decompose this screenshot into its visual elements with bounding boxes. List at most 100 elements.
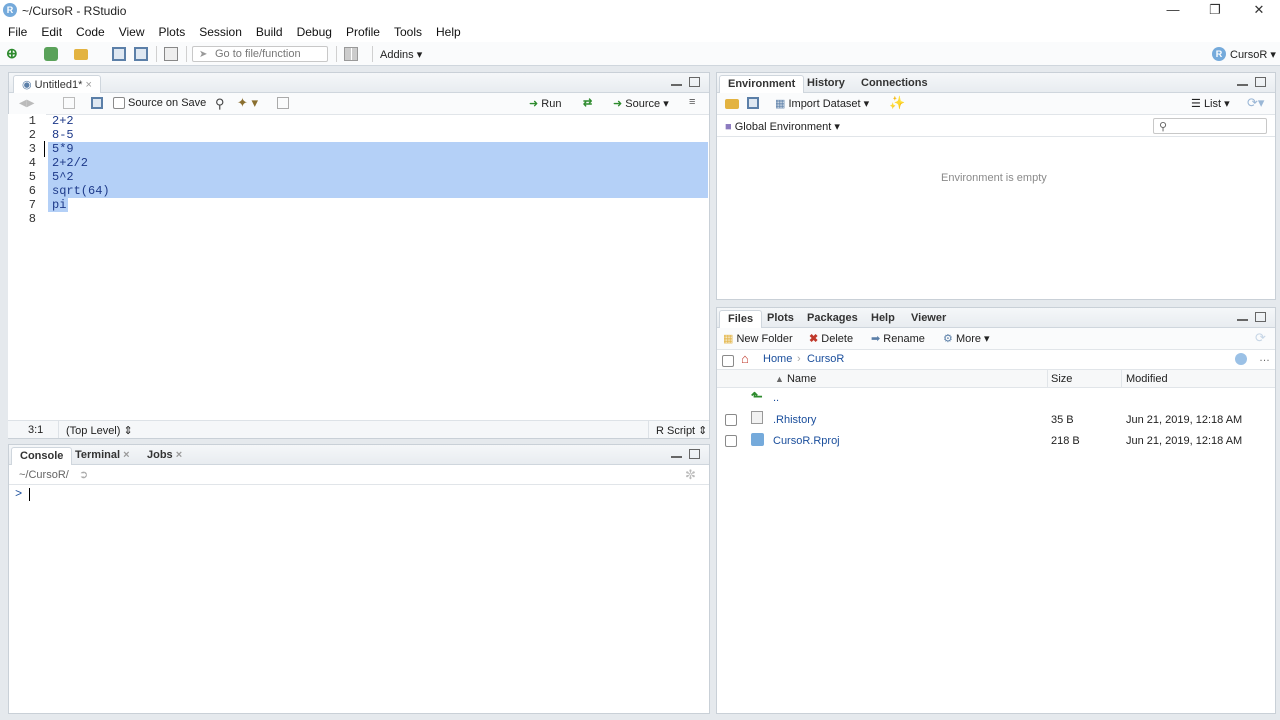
code-line[interactable]: 2+2 <box>52 114 74 128</box>
go-to-dir-icon[interactable]: ➲ <box>79 468 88 481</box>
tab-plots[interactable]: Plots <box>759 310 802 328</box>
source-button[interactable]: ➜ Source ▾ <box>613 97 669 110</box>
close-terminal-icon[interactable]: × <box>123 449 129 461</box>
code-line[interactable]: 5^2 <box>52 170 74 184</box>
close-window-button[interactable]: ✕ <box>1238 0 1280 22</box>
code-tools-wand-icon[interactable]: ✦ ▾ <box>237 95 258 111</box>
minimize-window-button[interactable]: — <box>1152 0 1194 22</box>
menu-session[interactable]: Session <box>199 22 242 42</box>
menu-file[interactable]: File <box>8 22 27 42</box>
modified-column-header[interactable]: Modified <box>1126 373 1168 385</box>
breadcrumb-home[interactable]: Home <box>763 353 792 365</box>
code-line[interactable]: 2+2/2 <box>52 156 88 170</box>
close-tab-icon[interactable]: × <box>85 79 91 91</box>
code-line[interactable]: 5*9 <box>52 142 74 156</box>
import-dataset-button[interactable]: ▦ Import Dataset ▾ <box>775 97 869 110</box>
save-workspace-icon[interactable] <box>747 97 759 109</box>
delete-button[interactable]: ✖ Delete <box>809 332 853 345</box>
tab-terminal[interactable]: Terminal × <box>67 447 138 465</box>
menu-view[interactable]: View <box>119 22 145 42</box>
console-cursor[interactable] <box>29 488 30 501</box>
refresh-files-icon[interactable]: ⟳ <box>1255 330 1266 346</box>
minimize-pane-icon[interactable] <box>671 83 682 86</box>
new-folder-button[interactable]: ▦ New Folder <box>723 332 793 345</box>
maximize-env-icon[interactable] <box>1255 77 1266 87</box>
code-line[interactable]: sqrt(64) <box>52 184 110 198</box>
tab-files[interactable]: Files <box>719 310 763 328</box>
menu-tools[interactable]: Tools <box>394 22 422 42</box>
tab-viewer[interactable]: Viewer <box>903 310 954 328</box>
tab-packages[interactable]: Packages <box>799 310 866 328</box>
file-row-checkbox[interactable] <box>725 414 737 426</box>
list-view-button[interactable]: ☰ List ▾ <box>1191 97 1230 110</box>
print-icon[interactable] <box>164 47 178 61</box>
code-line[interactable]: 8-5 <box>52 128 74 142</box>
breadcrumb-cursor[interactable]: CursoR <box>807 353 844 365</box>
compile-report-icon[interactable] <box>277 97 289 109</box>
new-project-icon[interactable] <box>44 47 58 61</box>
parent-dir-link[interactable]: .. <box>773 392 779 404</box>
addins-menu[interactable]: Addins ▾ <box>380 48 422 61</box>
select-all-checkbox[interactable] <box>722 355 734 367</box>
source-on-save-checkbox[interactable] <box>113 97 125 109</box>
tab-console[interactable]: Console <box>11 447 73 465</box>
console-working-dir[interactable]: ~/CursoR/ <box>19 469 69 481</box>
scope-selector[interactable]: (Top Level) ⇕ <box>66 424 133 437</box>
size-column-header[interactable]: Size <box>1051 373 1072 385</box>
tab-history[interactable]: History <box>799 75 853 93</box>
env-search-input[interactable]: ⚲ <box>1153 118 1267 134</box>
tab-untitled1[interactable]: ◉ Untitled1* × <box>13 75 101 93</box>
tab-connections[interactable]: Connections <box>853 75 936 93</box>
minimize-files-icon[interactable] <box>1237 318 1248 321</box>
minimize-env-icon[interactable] <box>1237 83 1248 86</box>
refresh-env-icon[interactable]: ⟳▾ <box>1247 95 1264 111</box>
file-name-rproj[interactable]: CursoR.Rproj <box>773 435 840 447</box>
file-name-rhistory[interactable]: .Rhistory <box>773 414 816 426</box>
project-dir-icon[interactable] <box>1235 353 1247 365</box>
pane-layout-icon[interactable] <box>344 47 358 61</box>
save-all-icon[interactable] <box>134 47 148 61</box>
maximize-files-icon[interactable] <box>1255 312 1266 322</box>
go-to-file-input[interactable]: ➤ Go to file/function <box>192 46 328 62</box>
more-path-icon[interactable]: … <box>1259 352 1270 364</box>
home-icon[interactable]: ⌂ <box>741 351 749 366</box>
menu-help[interactable]: Help <box>436 22 461 42</box>
maximize-pane-icon[interactable] <box>689 77 700 87</box>
project-menu[interactable]: CursoR ▾ <box>1230 48 1276 61</box>
menu-plots[interactable]: Plots <box>159 22 186 42</box>
parent-dir-icon[interactable]: ⬑ <box>751 388 763 405</box>
tab-jobs[interactable]: Jobs × <box>139 447 190 465</box>
name-column-header[interactable]: ▲ Name <box>775 373 816 385</box>
more-button[interactable]: ⚙ More ▾ <box>943 332 990 345</box>
open-file-icon[interactable] <box>74 49 88 60</box>
show-in-window-icon[interactable] <box>63 97 75 109</box>
menu-profile[interactable]: Profile <box>346 22 380 42</box>
clear-console-icon[interactable]: ✼ <box>685 467 696 483</box>
file-type-selector[interactable]: R Script ⇕ <box>656 424 707 437</box>
outline-icon[interactable]: ≡ <box>689 96 695 108</box>
restore-window-button[interactable]: ❐ <box>1194 0 1236 22</box>
save-icon[interactable] <box>112 47 126 61</box>
back-forward-icon[interactable]: ◀▶ <box>19 98 34 109</box>
menu-build[interactable]: Build <box>256 22 283 42</box>
menu-debug[interactable]: Debug <box>297 22 332 42</box>
new-file-icon[interactable]: ⊕ <box>6 46 20 61</box>
load-workspace-icon[interactable] <box>725 99 739 109</box>
menu-edit[interactable]: Edit <box>41 22 62 42</box>
tab-environment[interactable]: Environment <box>719 75 805 93</box>
rename-button[interactable]: ➡ Rename <box>871 332 925 345</box>
tab-help[interactable]: Help <box>863 310 903 328</box>
editor-save-icon[interactable] <box>91 97 103 109</box>
menu-code[interactable]: Code <box>76 22 105 42</box>
file-row-checkbox[interactable] <box>725 435 737 447</box>
global-env-selector[interactable]: ■ Global Environment ▾ <box>725 120 840 133</box>
find-icon[interactable]: ⚲ <box>215 96 225 112</box>
broom-icon[interactable]: ✨ <box>889 95 905 111</box>
run-button[interactable]: ➜ Run <box>529 97 561 110</box>
rerun-icon[interactable]: ⇄ <box>583 96 592 109</box>
minimize-console-icon[interactable] <box>671 455 682 458</box>
code-line[interactable]: pi <box>52 198 66 212</box>
maximize-console-icon[interactable] <box>689 449 700 459</box>
line-number: 1 <box>28 114 36 128</box>
close-jobs-icon[interactable]: × <box>176 449 182 461</box>
